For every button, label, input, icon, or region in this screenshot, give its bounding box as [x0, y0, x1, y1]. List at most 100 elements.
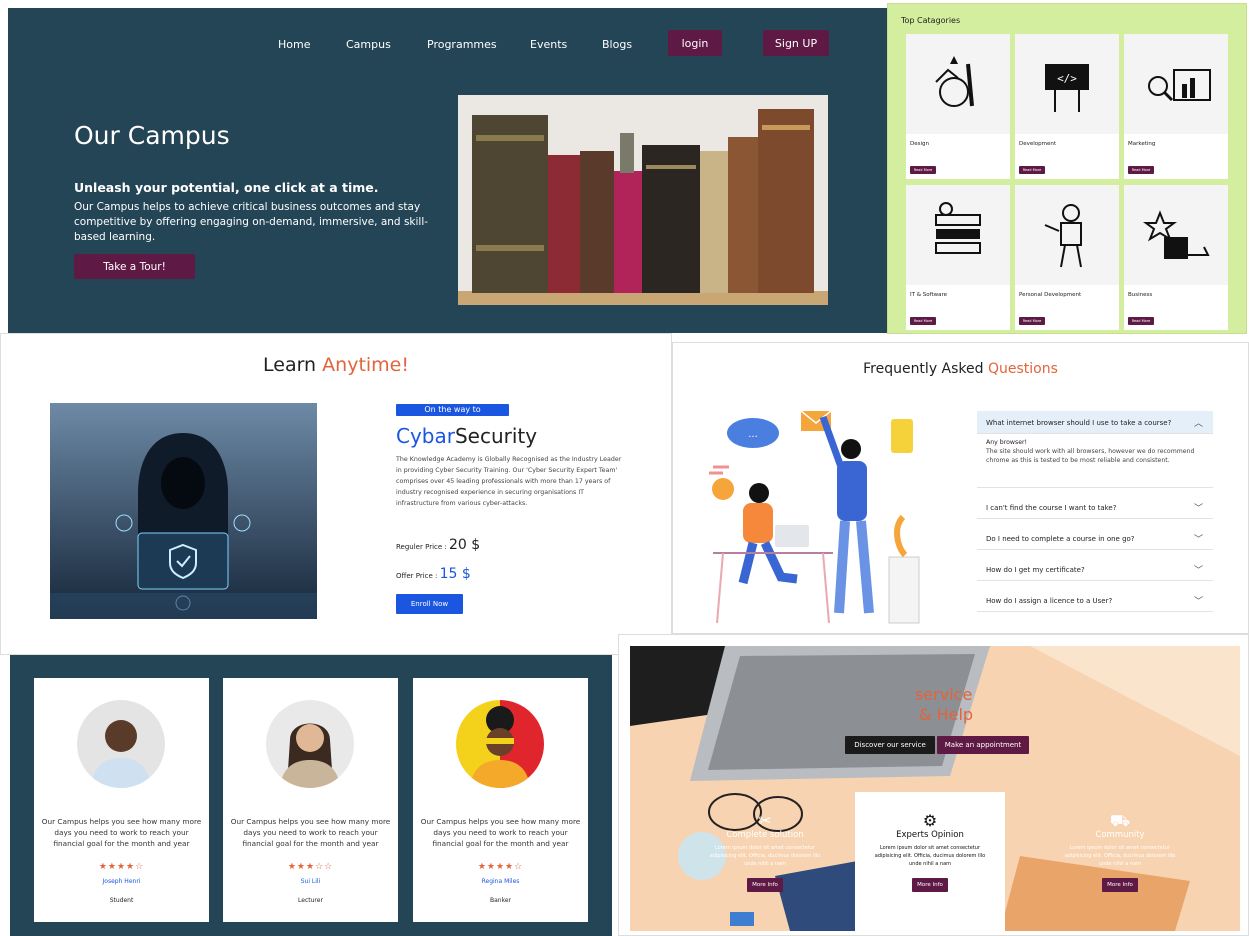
cyber-security-image [50, 403, 317, 619]
enroll-now-button[interactable]: Enroll Now [396, 594, 463, 614]
read-more-button[interactable]: Read More [1019, 317, 1045, 325]
chevron-down-icon: ﹀ [1193, 566, 1203, 576]
avatar [77, 700, 165, 788]
svg-text:...: ... [748, 429, 758, 440]
svg-text:</>: </> [1057, 72, 1077, 85]
read-more-button[interactable]: Read More [910, 317, 936, 325]
testimonial-quote: Our Campus helps you see how many more d… [420, 817, 581, 848]
personal-development-illustration [1015, 185, 1119, 285]
service-card-complete-solution: ✂ Complete solution Lorem ipsum dolor si… [690, 792, 840, 931]
testimonial-role: Banker [489, 897, 511, 904]
faq-section: Frequently Asked Questions ... What inte… [672, 342, 1249, 634]
avatar [266, 700, 354, 788]
read-more-button[interactable]: Read More [1019, 166, 1045, 174]
category-card-business[interactable]: Business Read More [1124, 185, 1228, 330]
category-label: IT & Software [910, 292, 948, 298]
nav-home[interactable]: Home [278, 38, 310, 51]
nav-programmes[interactable]: Programmes [427, 38, 497, 51]
faq-question[interactable]: How do I assign a licence to a User? ﹀ [977, 589, 1213, 612]
read-more-button[interactable]: Read More [1128, 317, 1154, 325]
faq-answer: Any browser! The site should work with a… [977, 434, 1213, 488]
login-button[interactable]: login [668, 30, 722, 56]
more-info-button[interactable]: More Info [1102, 878, 1138, 892]
faq-question[interactable]: How do I get my certificate? ﹀ [977, 558, 1213, 581]
faq-question[interactable]: I can't find the course I want to take? ﹀ [977, 496, 1213, 519]
nav-events[interactable]: Events [530, 38, 567, 51]
chevron-down-icon: ﹀ [1193, 597, 1203, 607]
faq-illustration: ... [693, 407, 923, 625]
on-the-way-badge: On the way to [396, 404, 509, 416]
business-illustration [1124, 185, 1228, 285]
gears-icon: ⚙ [922, 811, 938, 830]
testimonial-role: Lecturer [298, 897, 323, 904]
testimonial-role: Student [109, 897, 134, 904]
hero-description: Our Campus helps to achieve critical bus… [74, 201, 429, 243]
more-info-button[interactable]: More Info [747, 878, 783, 892]
signup-button[interactable]: Sign UP [763, 30, 829, 56]
books-image [458, 95, 828, 305]
testimonial-card: Our Campus helps you see how many more d… [34, 678, 209, 922]
chevron-up-icon: ︿ [1193, 419, 1203, 429]
learn-section: Learn Anytime! On the way to CybarSecuri… [0, 333, 672, 655]
regular-price: Reguler Price : 20 $ [396, 537, 481, 553]
faq-question-open[interactable]: What internet browser should I use to ta… [977, 411, 1213, 434]
top-nav: Home Campus Programmes Events Blogs logi… [8, 30, 890, 60]
faq-question[interactable]: Do I need to complete a course in one go… [977, 527, 1213, 550]
learn-title: Learn Anytime! [263, 354, 409, 376]
avatar [456, 700, 544, 788]
design-illustration [906, 34, 1010, 134]
star-rating: ★★★☆☆ [287, 862, 334, 872]
read-more-button[interactable]: Read More [910, 166, 936, 174]
categories-title: Top Catagories [901, 16, 961, 25]
service-background: service & Help Discover our service Make… [630, 646, 1240, 931]
chevron-down-icon: ﹀ [1193, 535, 1203, 545]
chevron-down-icon: ﹀ [1193, 504, 1203, 514]
hero-section: Home Campus Programmes Events Blogs logi… [8, 8, 890, 333]
service-title-line2: & Help [919, 705, 974, 724]
marketing-illustration [1124, 34, 1228, 134]
star-rating: ★★★★☆ [98, 862, 145, 872]
nav-campus[interactable]: Campus [346, 38, 391, 51]
category-label: Design [910, 141, 929, 147]
development-illustration: </> [1015, 34, 1119, 134]
take-tour-button[interactable]: Take a Tour! [74, 254, 195, 279]
category-label: Marketing [1128, 141, 1156, 147]
category-card-marketing[interactable]: Marketing Read More [1124, 34, 1228, 179]
read-more-button[interactable]: Read More [1128, 166, 1154, 174]
service-card-title: Community [1095, 830, 1145, 840]
offer-price: Offer Price : 15 $ [396, 566, 471, 582]
more-info-button[interactable]: More Info [912, 878, 948, 892]
testimonial-name: Regina Miles [481, 878, 520, 885]
star-rating: ★★★★☆ [477, 862, 524, 872]
testimonial-name: Sui Lili [300, 878, 321, 885]
testimonial-card: Our Campus helps you see how many more d… [413, 678, 588, 922]
category-card-design[interactable]: Design Read More [906, 34, 1010, 179]
category-label: Business [1128, 292, 1153, 298]
category-label: Development [1019, 141, 1057, 147]
service-title-line1: service [915, 685, 973, 704]
hero-tagline: Unleash your potential, one click at a t… [74, 180, 379, 195]
course-title: CybarSecurity [396, 424, 538, 448]
service-card-title: Complete solution [726, 830, 804, 840]
service-card-experts-opinion: ⚙ Experts Opinion Lorem ipsum dolor sit … [855, 792, 1005, 931]
testimonials-section: Our Campus helps you see how many more d… [10, 655, 612, 936]
category-card-it-software[interactable]: IT & Software Read More [906, 185, 1010, 330]
discover-service-button[interactable]: Discover our service [845, 736, 935, 754]
categories-section: Top Catagories Design Read More </> Deve… [887, 3, 1247, 334]
service-card-desc: Lorem ipsum dolor sit amet consectetur a… [709, 845, 821, 867]
testimonial-quote: Our Campus helps you see how many more d… [230, 817, 391, 848]
tools-icon: ✂ [758, 811, 772, 830]
make-appointment-button[interactable]: Make an appointment [937, 736, 1029, 754]
category-label: Personal Development [1019, 292, 1082, 298]
hero-title: Our Campus [74, 121, 230, 150]
service-section: service & Help Discover our service Make… [618, 634, 1249, 936]
nav-blogs[interactable]: Blogs [602, 38, 632, 51]
category-card-development[interactable]: </> Development Read More [1015, 34, 1119, 179]
service-card-desc: Lorem ipsum dolor sit amet consectetur a… [1064, 845, 1176, 867]
category-card-personal-development[interactable]: Personal Development Read More [1015, 185, 1119, 330]
truck-icon: ⛟ [1109, 811, 1131, 830]
it-software-illustration [906, 185, 1010, 285]
course-description: The Knowledge Academy is Globally Recogn… [396, 456, 622, 507]
faq-title: Frequently Asked Questions [863, 361, 1058, 377]
testimonial-quote: Our Campus helps you see how many more d… [41, 817, 202, 848]
